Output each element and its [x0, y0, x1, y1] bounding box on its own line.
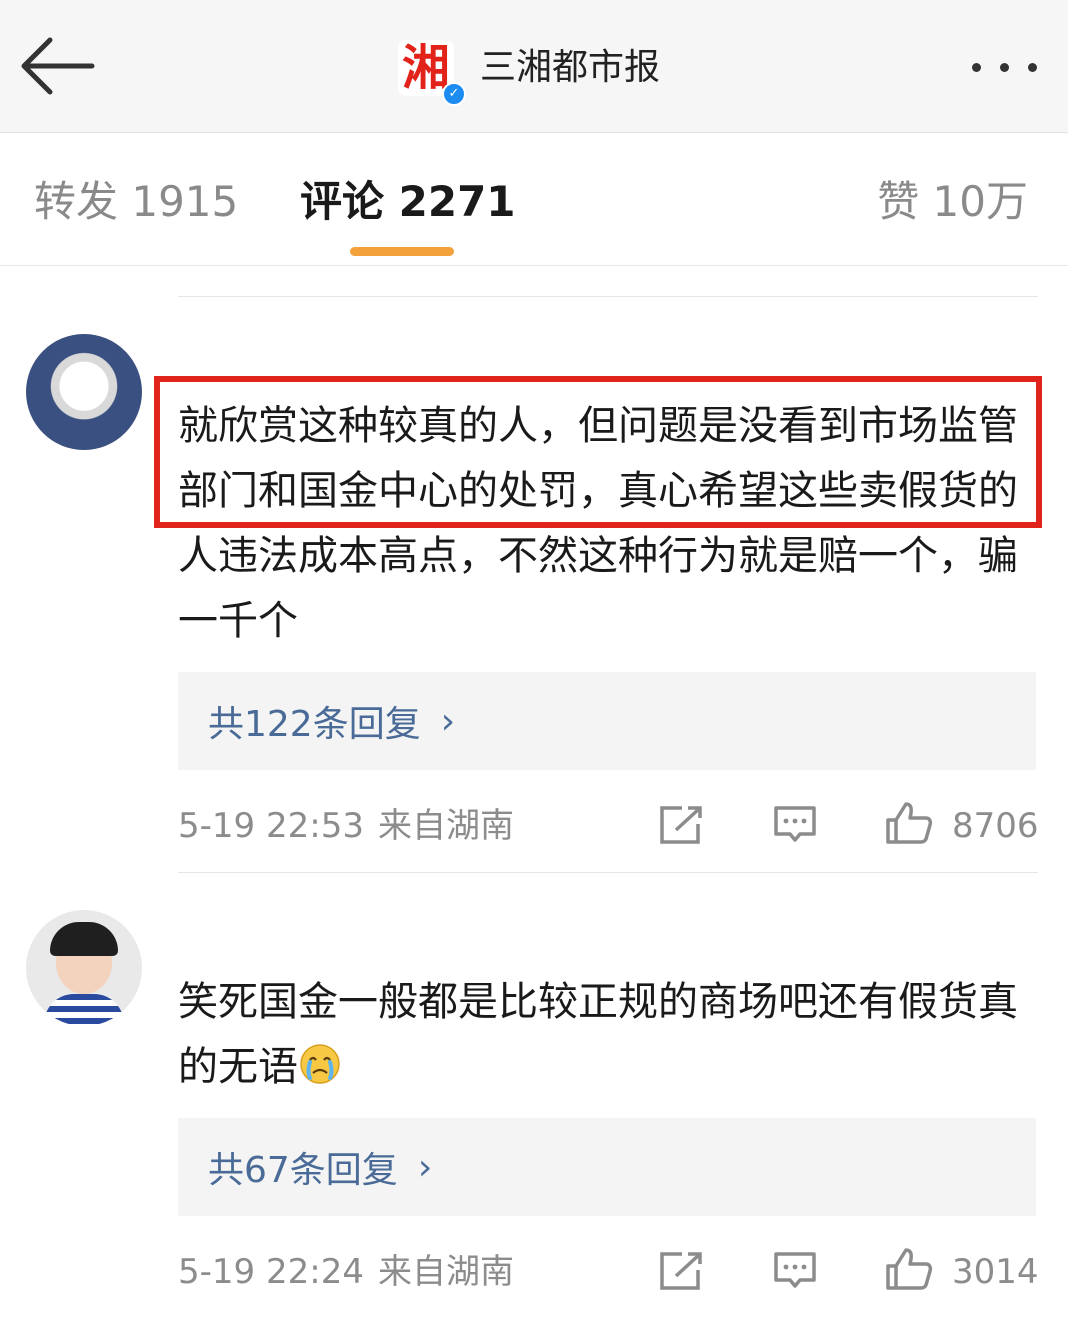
account-name[interactable]: 三湘都市报	[480, 46, 660, 90]
share-icon[interactable]	[658, 804, 704, 850]
like-count: 8706	[952, 806, 1039, 846]
comment-meta: 5-19 22:53 来自湖南	[178, 806, 514, 846]
top-bar: 湘 ✓ 三湘都市报	[0, 0, 1068, 133]
divider	[178, 296, 1038, 297]
tab-comments[interactable]: 评论 2271	[300, 177, 516, 227]
view-replies-button[interactable]: 共67条回复 ›	[178, 1118, 1036, 1216]
chevron-right-icon: ›	[417, 1146, 433, 1188]
divider	[178, 872, 1038, 873]
replies-label: 共122条回复	[208, 704, 421, 745]
share-icon[interactable]	[658, 1250, 704, 1296]
crying-face-icon	[298, 1041, 342, 1106]
avatar[interactable]	[26, 910, 142, 1026]
logo-text: 湘	[401, 40, 450, 96]
replies-label: 共67条回复	[208, 1150, 398, 1191]
view-replies-button[interactable]: 共122条回复 ›	[178, 672, 1036, 770]
active-tab-indicator	[350, 247, 454, 256]
verified-badge-icon: ✓	[442, 82, 466, 106]
chevron-right-icon: ›	[440, 700, 456, 742]
more-options-icon[interactable]	[964, 52, 1044, 82]
tab-likes[interactable]: 赞 10万	[877, 177, 1028, 227]
tab-bar: 转发 1915 评论 2271 赞 10万	[0, 133, 1068, 266]
comment-meta: 5-19 22:24 来自湖南	[178, 1252, 514, 1292]
like-icon[interactable]	[884, 800, 934, 850]
like-icon[interactable]	[884, 1246, 934, 1296]
comment-icon[interactable]	[772, 804, 818, 850]
comment-location: 来自湖南	[377, 806, 514, 846]
comment-time: 5-19 22:24	[178, 1252, 364, 1292]
highlight-annotation	[154, 376, 1042, 528]
comment-location: 来自湖南	[377, 1252, 514, 1292]
comment-time: 5-19 22:53	[178, 806, 364, 846]
like-count: 3014	[952, 1252, 1039, 1292]
tab-forward[interactable]: 转发 1915	[34, 177, 238, 227]
back-arrow-icon[interactable]	[14, 28, 98, 104]
comment-icon[interactable]	[772, 1250, 818, 1296]
avatar[interactable]	[26, 334, 142, 450]
comment-text: 笑死国金一般都是比较正规的商场吧还有假货真的无语	[178, 970, 1038, 1106]
